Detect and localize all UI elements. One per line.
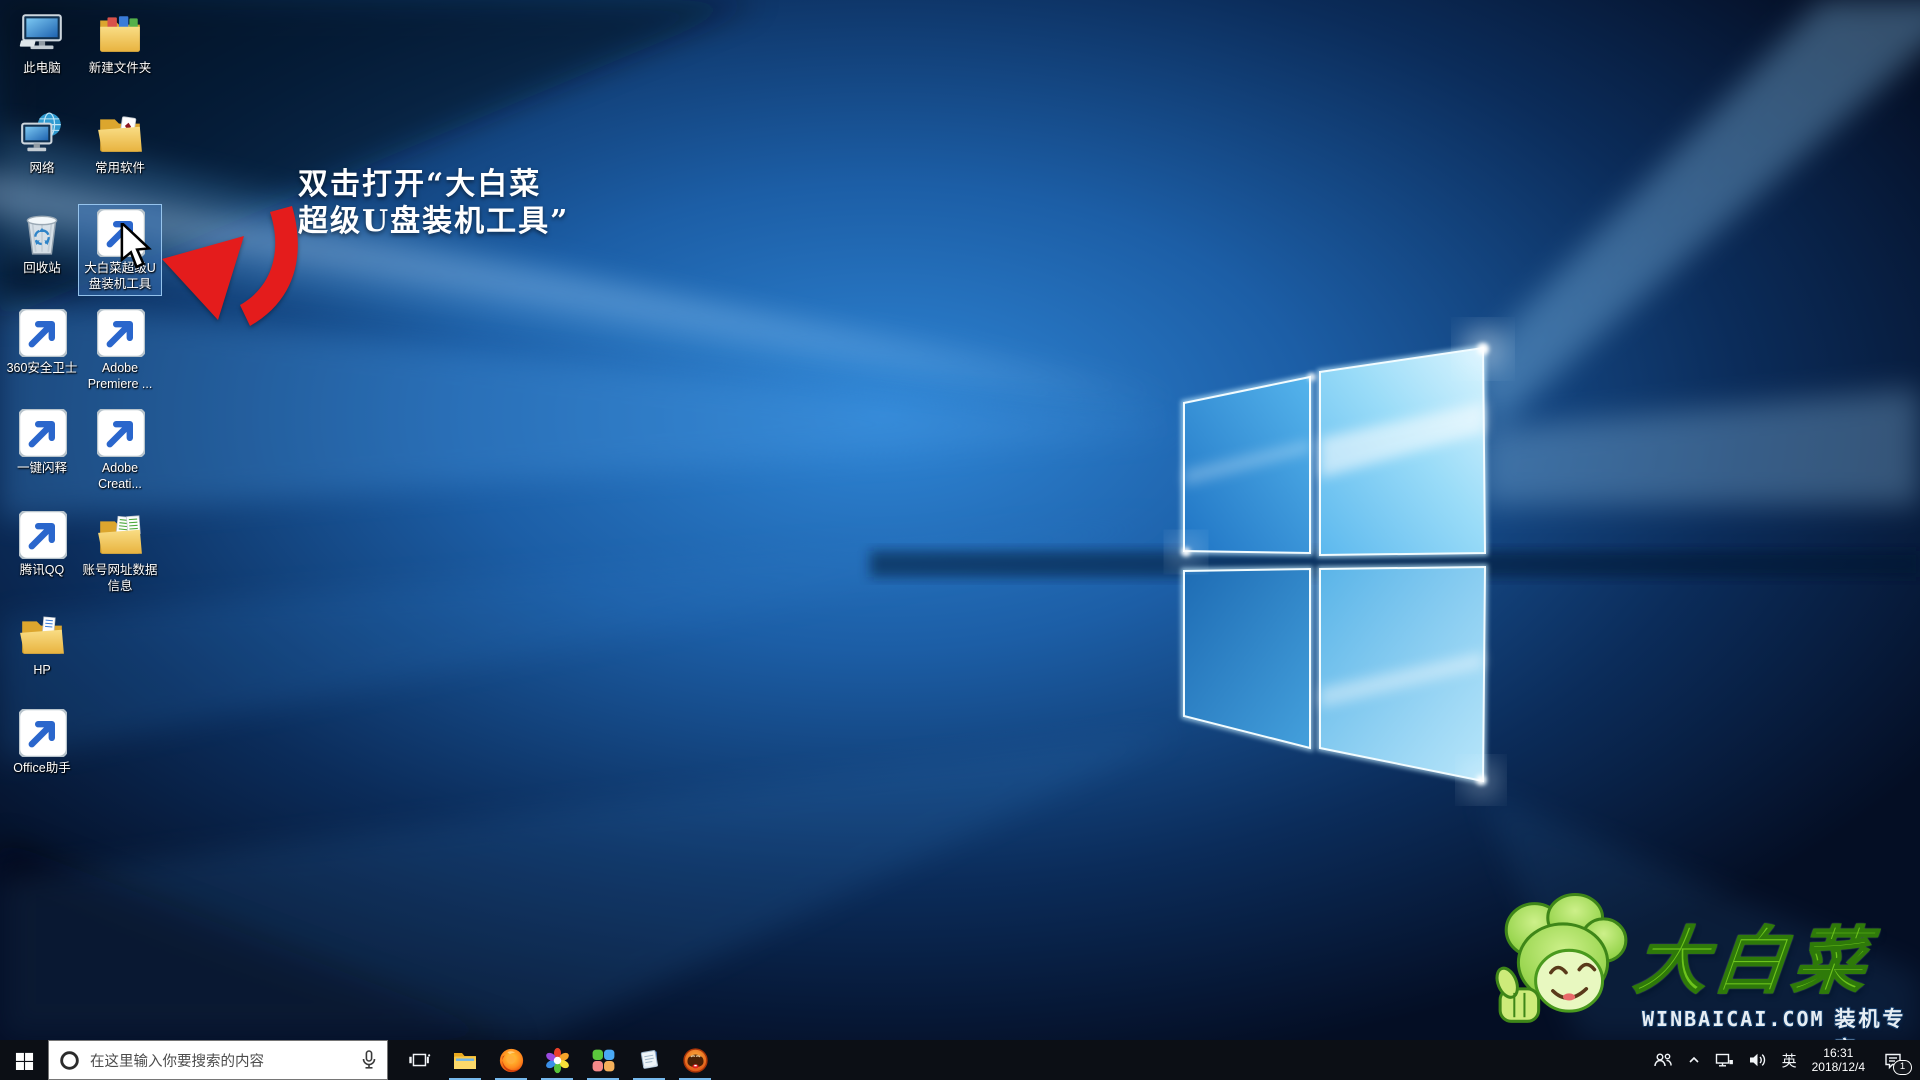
new-folder-icon: [96, 9, 144, 57]
volume-button[interactable]: [1741, 1040, 1775, 1080]
desktop-icon-label: 账号网址数据信息: [80, 562, 160, 594]
desktop-icon-adobe-cc[interactable]: Adobe Creati...: [78, 404, 162, 496]
search-placeholder: 在这里输入你要搜索的内容: [90, 1050, 351, 1071]
desktop-icon-label: 此电脑: [23, 60, 61, 76]
annotation-text: 双击打开“大白菜 超级U盘装机工具”: [298, 166, 569, 240]
desktop-icon-this-pc[interactable]: 此电脑: [0, 4, 84, 80]
watermark-subline: WINBAICAI.COM 装机专家: [1642, 1003, 1920, 1040]
lightning-bolt-icon: [18, 409, 66, 457]
watermark-site: WINBAICAI.COM: [1642, 1007, 1825, 1031]
dabaicai-cabbage-icon: [96, 209, 144, 257]
network-icon: [1715, 1051, 1734, 1069]
adobe-creative-cloud-icon: [96, 409, 144, 457]
taskbar-search-box[interactable]: 在这里输入你要搜索的内容: [48, 1040, 388, 1080]
red-curved-arrow: [152, 202, 307, 342]
task-view-icon: [407, 1048, 431, 1072]
pinwheel-color-wheel-icon: [544, 1047, 571, 1074]
shortcut-arrow-overlay-icon: [19, 709, 67, 757]
shortcut-arrow-overlay-icon: [19, 511, 67, 559]
notification-badge: 1: [1893, 1060, 1912, 1075]
desktop-icon-office-helper[interactable]: Office助手: [0, 704, 84, 780]
desktop-icon-label: 360安全卫士: [7, 360, 78, 376]
desktop-icon-label: 网络: [29, 160, 54, 176]
volume-icon: [1748, 1051, 1768, 1069]
documents-folder-icon: [96, 511, 144, 559]
ime-label: 英: [1782, 1050, 1797, 1071]
desktop-icon-recycle-bin[interactable]: 回收站: [0, 204, 84, 280]
desktop-icon-label: 一键闪释: [17, 460, 67, 476]
360-safe-icon: [18, 309, 66, 357]
shortcut-arrow-overlay-icon: [19, 309, 67, 357]
system-tray: 英 16:31 2018/12/4 1: [1646, 1040, 1920, 1080]
shortcut-arrow-overlay-icon: [97, 409, 145, 457]
people-button[interactable]: [1646, 1040, 1680, 1080]
desktop-icon-network[interactable]: 网络: [0, 104, 84, 180]
taskbar-app-notepad[interactable]: [626, 1040, 672, 1080]
common-software-icon: [96, 109, 144, 157]
watermark-tagline: 装机专家: [1835, 1003, 1920, 1040]
tray-time: 16:31: [1823, 1046, 1853, 1060]
taskbar: 在这里输入你要搜索的内容: [0, 1040, 1920, 1080]
this-pc-icon: [18, 9, 66, 57]
desktop-icon-yijian-shanshi[interactable]: 一键闪释: [0, 404, 84, 480]
desktop-icon-adobe-premiere[interactable]: Pr Adobe Premiere ...: [78, 304, 162, 396]
tray-date: 2018/12/4: [1812, 1060, 1865, 1074]
shortcut-arrow-overlay-icon: [19, 409, 67, 457]
chevron-up-icon: [1687, 1053, 1701, 1067]
file-explorer-icon: [452, 1047, 478, 1073]
taskbar-app-firefox[interactable]: [488, 1040, 534, 1080]
clock[interactable]: 16:31 2018/12/4: [1804, 1040, 1873, 1080]
desktop-icon-hp[interactable]: HP: [0, 606, 84, 682]
people-icon: [1653, 1051, 1673, 1069]
windows-logo-icon: [15, 1051, 34, 1070]
watermark-brand: 大白菜: [1630, 902, 1878, 1007]
taskbar-app-file-explorer[interactable]: [442, 1040, 488, 1080]
shortcut-arrow-overlay-icon: [97, 309, 145, 357]
ime-indicator[interactable]: 英: [1775, 1040, 1804, 1080]
desktop-icon-label: HP: [33, 662, 50, 678]
network-tray-button[interactable]: [1708, 1040, 1741, 1080]
hp-folder-icon: [18, 611, 66, 659]
desktop-icon-tencent-qq[interactable]: 腾讯QQ: [0, 506, 84, 582]
network-icon: [18, 109, 66, 157]
desktop-icon-dabaicai-usb-tool[interactable]: 大白菜超级U盘装机工具: [78, 204, 162, 296]
taskbar-app-orange-face[interactable]: [672, 1040, 718, 1080]
desktop-icon-new-folder[interactable]: 新建文件夹: [78, 4, 162, 80]
desktop-icon-label: Adobe Premiere ...: [79, 360, 161, 392]
recycle-bin-icon: [18, 209, 66, 257]
orange-face-app-icon: [682, 1047, 709, 1074]
desktop-icon-label: 回收站: [23, 260, 61, 276]
desktop-icon-label: Adobe Creati...: [79, 460, 161, 492]
desktop-icon-360-safe[interactable]: 360安全卫士: [0, 304, 84, 380]
action-center-button[interactable]: 1: [1873, 1040, 1913, 1080]
desktop-icon-account-url-data[interactable]: 账号网址数据信息: [78, 506, 162, 598]
taskbar-app-pinwheel[interactable]: [534, 1040, 580, 1080]
cabbage-mascot-icon: [1492, 891, 1634, 1039]
four-squares-icon: [590, 1047, 617, 1074]
taskbar-empty-area: [718, 1040, 1646, 1080]
desktop-icon-label: 腾讯QQ: [20, 562, 64, 578]
start-button[interactable]: [0, 1040, 48, 1080]
office-logo-icon: [18, 709, 66, 757]
microphone-icon[interactable]: [361, 1050, 377, 1070]
desktop-icon-label: 常用软件: [95, 160, 145, 176]
cortana-circle-icon: [59, 1050, 80, 1071]
desktop-icon-label: 新建文件夹: [89, 60, 152, 76]
task-view-button[interactable]: [396, 1040, 442, 1080]
qq-penguin-icon: [18, 511, 66, 559]
taskbar-app-four-squares[interactable]: [580, 1040, 626, 1080]
firefox-icon: [498, 1047, 525, 1074]
adobe-premiere-icon: Pr: [96, 309, 144, 357]
notepad-icon: [636, 1047, 662, 1073]
hidden-icons-button[interactable]: [1680, 1040, 1708, 1080]
desktop-icon-common-software[interactable]: 常用软件: [78, 104, 162, 180]
wallpaper-windows-hero: [0, 0, 1920, 1040]
desktop: 此电脑 新建文件夹: [0, 0, 1920, 1040]
desktop-icon-label: Office助手: [13, 760, 70, 776]
